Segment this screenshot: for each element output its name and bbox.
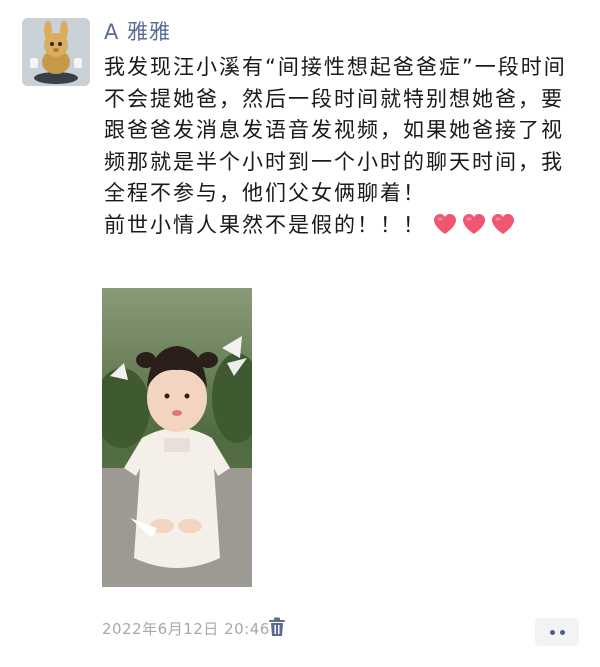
heart-emoji-group [432, 212, 516, 236]
author-avatar[interactable] [22, 18, 90, 86]
post-paragraph-text: 前世小情人果然不是假的！！！ [104, 212, 426, 237]
heart-icon [434, 213, 456, 234]
heart-icon [463, 213, 485, 234]
post-paragraph: 我发现汪小溪有“间接性想起爸爸症”一段时间不会提她爸，然后一段时间就特别想她爸，… [104, 55, 567, 205]
heart-icon [492, 213, 514, 234]
post-timestamp: 2022年6月12日 20:46 [102, 620, 270, 638]
author-name[interactable]: A 雅雅 [104, 16, 171, 46]
more-dot-icon [549, 629, 555, 635]
more-dot-icon [559, 629, 565, 635]
post-paragraph: 前世小情人果然不是假的！！！ [104, 210, 574, 242]
photo-child-in-white-dress [102, 288, 252, 587]
avatar-figurine-image [22, 18, 90, 86]
delete-trash-icon[interactable] [268, 617, 286, 637]
post-photo[interactable] [102, 288, 252, 587]
post-text: 我发现汪小溪有“间接性想起爸爸症”一段时间不会提她爸，然后一段时间就特别想她爸，… [104, 52, 574, 241]
more-options-button[interactable] [535, 618, 579, 646]
